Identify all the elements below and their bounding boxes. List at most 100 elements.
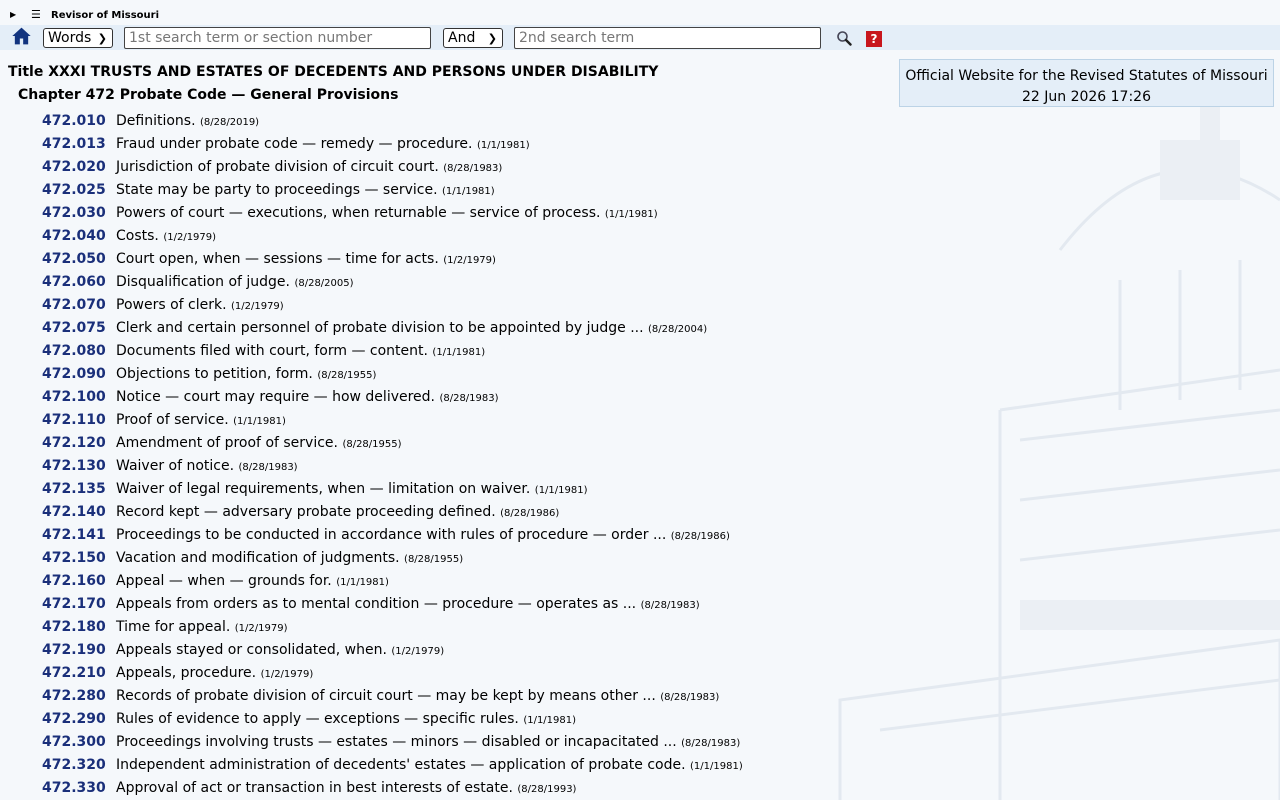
section-number-link[interactable]: 472.020 [42,159,106,175]
section-number-link[interactable]: 472.290 [42,711,106,727]
section-title: Proof of service. [116,412,229,428]
section-effective-date: (1/1/1981) [534,485,588,496]
section-number-link[interactable]: 472.100 [42,389,106,405]
section-number-link[interactable]: 472.180 [42,619,106,635]
section-effective-date: (1/2/1979) [391,646,445,657]
section-effective-date: (1/2/1979) [230,301,284,312]
section-row: 472.070 Powers of clerk. (1/2/1979) [0,294,880,317]
section-description: Vacation and modification of judgments. … [116,550,463,566]
section-number-link[interactable]: 472.320 [42,757,106,773]
section-row: 472.320 Independent administration of dec… [0,754,880,777]
section-effective-date: (1/2/1979) [234,623,288,634]
section-title: Proceedings involving trusts — estates —… [116,734,677,750]
section-description: Documents filed with court, form — conte… [116,343,485,359]
page-title: Title XXXI TRUSTS AND ESTATES OF DECEDEN… [8,64,659,80]
section-title: Rules of evidence to apply — exceptions … [116,711,519,727]
section-number-link[interactable]: 472.280 [42,688,106,704]
help-button[interactable]: ? [866,31,882,47]
expand-arrow-icon[interactable]: ▶ [10,10,16,20]
section-description: Powers of court — executions, when retur… [116,205,658,221]
section-title: Record kept — adversary probate proceedi… [116,504,496,520]
search-icon[interactable] [836,30,852,46]
section-row: 472.030 Powers of court — executions, whe… [0,202,880,225]
section-row: 472.130 Waiver of notice. (8/28/1983) [0,455,880,478]
section-title: Time for appeal. [116,619,231,635]
section-effective-date: (8/28/2005) [294,278,354,289]
section-row: 472.013 Fraud under probate code — remedy… [0,133,880,156]
first-search-term-input[interactable] [124,27,431,49]
section-effective-date: (8/28/1983) [660,692,720,703]
section-number-link[interactable]: 472.190 [42,642,106,658]
section-title: Proceedings to be conducted in accordanc… [116,527,667,543]
section-effective-date: (8/28/1983) [439,393,499,404]
section-number-link[interactable]: 472.120 [42,435,106,451]
site-brand[interactable]: Revisor of Missouri [51,10,159,22]
section-number-link[interactable]: 472.090 [42,366,106,382]
section-number-link[interactable]: 472.135 [42,481,106,497]
section-effective-date: (8/28/2004) [648,324,708,335]
section-row: 472.150 Vacation and modification of judg… [0,547,880,570]
section-number-link[interactable]: 472.210 [42,665,106,681]
section-row: 472.300 Proceedings involving trusts — es… [0,731,880,754]
section-number-link[interactable]: 472.141 [42,527,106,543]
section-description: Approval of act or transaction in best i… [116,780,576,796]
section-title: Definitions. [116,113,196,129]
section-row: 472.100 Notice — court may require — how … [0,386,880,409]
section-description: Disqualification of judge. (8/28/2005) [116,274,354,290]
chevron-down-icon: ❯ [487,32,497,45]
section-list: 472.010 Definitions. (8/28/2019) 472.013 Fr… [0,110,880,800]
section-number-link[interactable]: 472.030 [42,205,106,221]
section-title: Objections to petition, form. [116,366,313,382]
section-description: Appeal — when — grounds for. (1/1/1981) [116,573,389,589]
section-row: 472.110 Proof of service. (1/1/1981) [0,409,880,432]
section-description: Proof of service. (1/1/1981) [116,412,286,428]
connector-select[interactable]: And ❯ [443,28,503,48]
section-number-link[interactable]: 472.025 [42,182,106,198]
section-number-link[interactable]: 472.013 [42,136,106,152]
section-number-link[interactable]: 472.010 [42,113,106,129]
section-description: Fraud under probate code — remedy — proc… [116,136,530,152]
section-number-link[interactable]: 472.075 [42,320,106,336]
section-row: 472.060 Disqualification of judge. (8/28/… [0,271,880,294]
section-row: 472.080 Documents filed with court, form … [0,340,880,363]
section-effective-date: (8/28/1986) [500,508,560,519]
section-number-link[interactable]: 472.040 [42,228,106,244]
section-row: 472.190 Appeals stayed or consolidated, w… [0,639,880,662]
section-description: Independent administration of decedents'… [116,757,743,773]
section-title: Notice — court may require — how deliver… [116,389,435,405]
section-number-link[interactable]: 472.130 [42,458,106,474]
second-search-term-input[interactable] [514,27,821,49]
section-number-link[interactable]: 472.330 [42,780,106,796]
section-number-link[interactable]: 472.150 [42,550,106,566]
section-row: 472.010 Definitions. (8/28/2019) [0,110,880,133]
section-number-link[interactable]: 472.110 [42,412,106,428]
section-row: 472.075 Clerk and certain personnel of pr… [0,317,880,340]
section-effective-date: (1/1/1981) [523,715,577,726]
section-number-link[interactable]: 472.160 [42,573,106,589]
section-effective-date: (1/1/1981) [690,761,743,772]
section-number-link[interactable]: 472.050 [42,251,106,267]
section-row: 472.140 Record kept — adversary probate p… [0,501,880,524]
section-effective-date: (1/1/1981) [432,347,486,358]
section-effective-date: (8/28/1986) [670,531,730,542]
section-number-link[interactable]: 472.080 [42,343,106,359]
section-title: Fraud under probate code — remedy — proc… [116,136,473,152]
section-row: 472.170 Appeals from orders as to mental … [0,593,880,616]
menu-icon[interactable]: ☰ [31,8,41,22]
section-effective-date: (8/28/1993) [517,784,577,795]
section-number-link[interactable]: 472.070 [42,297,106,313]
section-number-link[interactable]: 472.170 [42,596,106,612]
section-effective-date: (1/1/1981) [233,416,286,427]
home-icon[interactable] [11,26,32,46]
section-description: Notice — court may require — how deliver… [116,389,499,405]
section-number-link[interactable]: 472.300 [42,734,106,750]
current-timestamp: 22 Jun 2026 17:26 [1021,89,1151,105]
section-number-link[interactable]: 472.140 [42,504,106,520]
section-effective-date: (1/1/1981) [476,140,530,151]
search-mode-select[interactable]: Words ❯ [43,28,113,48]
section-title: Clerk and certain personnel of probate d… [116,320,644,336]
section-effective-date: (1/2/1979) [260,669,314,680]
section-title: Appeals stayed or consolidated, when. [116,642,387,658]
section-number-link[interactable]: 472.060 [42,274,106,290]
section-effective-date: (8/28/1983) [681,738,741,749]
